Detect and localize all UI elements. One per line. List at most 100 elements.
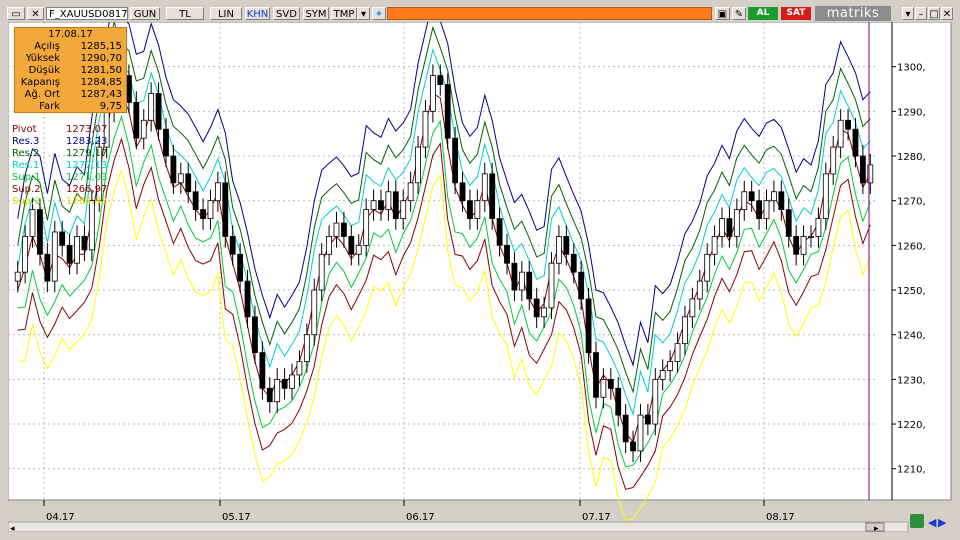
legend-value: 1277,13: [66, 160, 108, 171]
legend-row-res3: Res.3 1283,23: [12, 136, 124, 148]
close-chart-icon[interactable]: ✕: [27, 7, 44, 20]
candle: [637, 414, 644, 452]
screenshot-icon[interactable]: ▣: [715, 7, 730, 20]
candle: [44, 253, 51, 282]
buy-button[interactable]: AL: [748, 7, 778, 20]
candle: [674, 343, 681, 362]
scroll-right-icon: ▸: [874, 524, 879, 532]
candle: [296, 361, 303, 376]
candle: [822, 173, 829, 219]
candle: [348, 236, 355, 255]
candle: [474, 200, 481, 219]
legend-label: Sup.1: [12, 172, 41, 183]
maximize-icon[interactable]: □: [928, 7, 940, 20]
window-menu-icon[interactable]: ▾: [902, 7, 914, 20]
info-row-close: Kapanış 1284,85: [15, 77, 126, 89]
candle: [422, 110, 429, 148]
candle: [155, 93, 162, 130]
candle: [852, 128, 859, 157]
candle: [407, 182, 414, 202]
candle: [459, 182, 466, 202]
y-tick-label: 1270,: [897, 197, 926, 208]
save-view-button[interactable]: SVD: [273, 7, 300, 20]
close-window-icon[interactable]: ✕: [941, 7, 953, 20]
candle: [133, 102, 140, 139]
candle: [578, 271, 585, 300]
y-tick-label: 1260,: [897, 241, 926, 252]
candle: [185, 173, 192, 193]
price-chart[interactable]: 1210, 1220, 1230, 1240, 1250, 1260, 1270, 1280,…: [8, 22, 952, 532]
candle: [800, 236, 807, 255]
candle: [148, 93, 155, 121]
candle: [303, 334, 310, 362]
candle: [378, 200, 384, 211]
candle: [726, 218, 733, 237]
candle: [415, 146, 421, 184]
candle: [200, 209, 206, 219]
info-value: 1287,43: [80, 89, 122, 100]
candle: [207, 200, 214, 219]
candle: [511, 262, 518, 291]
candle: [274, 378, 281, 403]
candle: [504, 244, 510, 264]
candle: [563, 236, 570, 255]
info-label: Yüksek: [25, 53, 60, 64]
legend-value: 1279,17: [66, 148, 108, 159]
info-label: Düşük: [28, 65, 60, 76]
candle: [607, 378, 614, 389]
info-row-wavg: Ağ. Ort 1287,43: [15, 89, 126, 101]
candle: [585, 298, 592, 353]
nav-right-icon: ▶: [938, 516, 947, 529]
scale-button[interactable]: LIN: [210, 7, 242, 20]
candle: [326, 236, 332, 255]
candle: [696, 280, 703, 300]
candle: [311, 289, 318, 336]
info-row-high: Yüksek 1290,70: [15, 53, 126, 65]
currency-button[interactable]: TL: [166, 7, 204, 20]
candle: [385, 191, 392, 211]
candle: [615, 387, 622, 416]
candle: [437, 75, 444, 85]
candle: [593, 352, 599, 398]
info-row-open: Açılış 1285,15: [15, 41, 126, 53]
minimize-icon[interactable]: –: [915, 7, 927, 20]
template-button[interactable]: TMP: [331, 7, 357, 20]
candle: [192, 191, 199, 211]
legend-value: 1271,03: [66, 172, 108, 183]
candle: [711, 236, 718, 255]
candle: [689, 298, 696, 318]
pivot-legend: Pivot 1273,07 Res.3 1283,23 Res.2 1279,1…: [12, 124, 124, 208]
candle: [533, 298, 540, 318]
twitter-icon[interactable]: ✦: [372, 7, 386, 20]
candle: [548, 262, 555, 309]
candle: [289, 374, 295, 389]
dropdown-chevron-icon[interactable]: ▾: [357, 7, 370, 20]
legend-row-sup1: Sup.1 1271,03: [12, 172, 124, 184]
candle: [667, 361, 674, 371]
candle: [363, 209, 370, 246]
candle: [341, 222, 347, 237]
candle: [281, 378, 288, 389]
news-ticker-bar: [387, 7, 712, 20]
symbol-button[interactable]: SYM: [303, 7, 329, 20]
candle: [81, 236, 88, 251]
candle: [266, 387, 273, 403]
sell-button[interactable]: SAT: [781, 7, 811, 20]
nav-left-icon: ◀: [928, 516, 937, 529]
y-tick-label: 1240,: [897, 331, 926, 342]
candle: [237, 253, 244, 282]
candle: [318, 253, 325, 291]
pen-icon[interactable]: ✎: [732, 7, 746, 20]
candle: [771, 191, 777, 202]
candle: [88, 200, 95, 251]
symbol-field[interactable]: F_XAUUSD0817: [46, 7, 128, 20]
info-row-change: Fark 9,75: [15, 101, 126, 113]
x-tick-label: 04.17: [46, 512, 75, 523]
chart-type-button[interactable]: KHN: [245, 7, 270, 20]
chart-menu-icon[interactable]: ▭: [7, 7, 25, 20]
period-button[interactable]: GUN: [130, 7, 160, 20]
y-tick-label: 1220,: [897, 420, 926, 431]
chart-frame[interactable]: 1210, 1220, 1230, 1240, 1250, 1260, 1270, 1280,…: [8, 22, 952, 532]
candle: [252, 316, 258, 353]
scrollbar-track: [8, 521, 909, 532]
